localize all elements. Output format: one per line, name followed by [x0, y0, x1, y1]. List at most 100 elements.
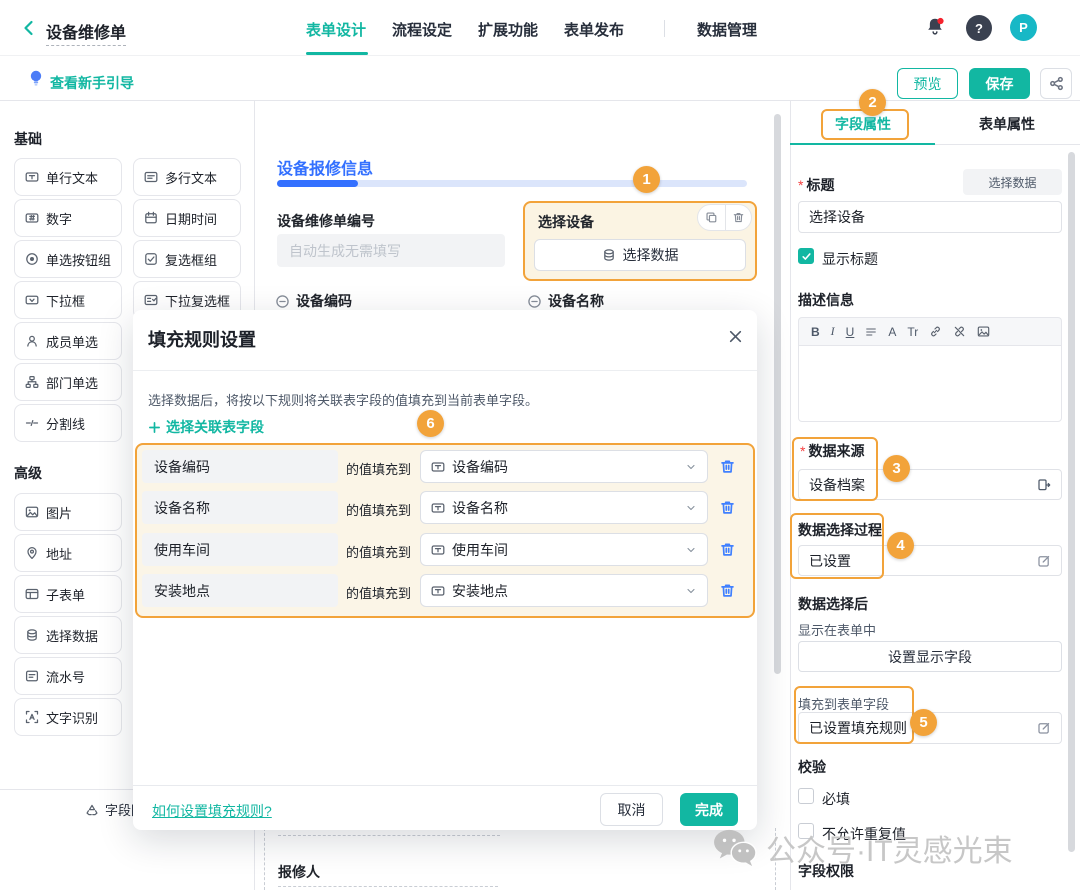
align-icon[interactable]	[865, 326, 877, 338]
data-select-process-field[interactable]: 已设置	[798, 545, 1062, 576]
rule-target-select[interactable]: 设备编码	[420, 450, 708, 483]
sidebar-item-number[interactable]: 数字	[14, 199, 122, 237]
chevron-down-icon	[685, 502, 697, 514]
sidebar-item-ocr[interactable]: 文字识别	[14, 698, 122, 736]
select-icon	[25, 293, 39, 307]
fill-rules-help-link[interactable]: 如何设置填充规则?	[152, 801, 272, 821]
rule-connector-text: 的值填充到	[346, 542, 411, 561]
share-icon	[1049, 76, 1064, 91]
form-title[interactable]: 设备维修单	[46, 19, 126, 46]
user-avatar[interactable]: P	[1010, 14, 1037, 41]
annotation-number-6: 6	[417, 410, 444, 437]
beginner-guide-link[interactable]: 查看新手引导	[50, 73, 134, 93]
notification-button[interactable]	[924, 16, 950, 42]
copy-field-button[interactable]	[698, 205, 725, 230]
no-duplicate-checkbox[interactable]	[798, 823, 814, 839]
required-asterisk: *	[800, 443, 805, 459]
link-icon[interactable]	[929, 325, 942, 338]
rule-target-select[interactable]: 使用车间	[420, 533, 708, 566]
select-data-icon	[602, 248, 616, 262]
order-number-field-label[interactable]: 设备维修单编号	[277, 211, 375, 231]
show-title-checkbox[interactable]	[798, 248, 814, 264]
relate-form-icon[interactable]	[1037, 478, 1051, 492]
panel-scrollbar[interactable]	[1068, 152, 1075, 852]
tab-data-management[interactable]: 数据管理	[697, 19, 757, 40]
back-icon[interactable]	[20, 19, 38, 37]
order-number-input[interactable]: 自动生成无需填写	[277, 234, 505, 267]
insert-image-icon[interactable]	[977, 325, 990, 338]
chevron-down-icon	[685, 461, 697, 473]
font-size-icon[interactable]: Tr	[907, 325, 918, 339]
sidebar-item-label: 成员单选	[46, 332, 98, 351]
panel-select-data-button[interactable]: 选择数据	[963, 169, 1062, 195]
add-related-field-link[interactable]: 选择关联表字段	[148, 417, 264, 437]
textarea-icon	[144, 170, 158, 184]
set-display-fields-button[interactable]: 设置显示字段	[798, 641, 1062, 672]
sidebar-item-single-line-text[interactable]: 单行文本	[14, 158, 122, 196]
sidebar-item-label: 数字	[46, 209, 72, 228]
data-source-field[interactable]: 设备档案	[798, 469, 1062, 500]
confirm-button[interactable]: 完成	[680, 793, 738, 826]
delete-rule-button[interactable]	[719, 499, 736, 516]
italic-icon[interactable]: I	[831, 324, 835, 339]
sidebar-item-address[interactable]: 地址	[14, 534, 122, 572]
rule-target-value: 安装地点	[452, 581, 678, 601]
close-icon[interactable]	[728, 329, 743, 344]
tab-form-publish[interactable]: 表单发布	[564, 19, 624, 40]
linked-field-device-code[interactable]: 设备编码	[275, 291, 352, 311]
sidebar-item-radio-group[interactable]: 单选按钮组	[14, 240, 122, 278]
description-textarea[interactable]	[798, 345, 1062, 422]
sidebar-item-dropdown[interactable]: 下拉框	[14, 281, 122, 319]
select-data-button[interactable]: 选择数据	[534, 239, 746, 271]
sidebar-item-checkbox-group[interactable]: 复选框组	[133, 240, 241, 278]
rule-target-select[interactable]: 设备名称	[420, 491, 708, 524]
canvas-scrollbar[interactable]	[774, 114, 781, 674]
tab-flow-setting[interactable]: 流程设定	[392, 19, 452, 40]
tab-extensions[interactable]: 扩展功能	[478, 19, 538, 40]
reporter-field-label[interactable]: 报修人	[278, 862, 320, 882]
tab-form-properties[interactable]: 表单属性	[979, 114, 1035, 134]
sidebar-item-subform[interactable]: 子表单	[14, 575, 122, 613]
delete-rule-button[interactable]	[719, 458, 736, 475]
copy-icon	[705, 211, 718, 224]
underline-icon[interactable]: U	[846, 325, 855, 339]
annotation-number-3: 3	[883, 455, 910, 482]
unlink-icon[interactable]	[953, 325, 966, 338]
select-device-label: 选择设备	[538, 212, 594, 232]
delete-field-button[interactable]	[725, 205, 752, 230]
help-button[interactable]: ?	[966, 15, 992, 41]
sidebar-item-select-data[interactable]: 选择数据	[14, 616, 122, 654]
department-icon	[25, 375, 39, 389]
save-button[interactable]: 保存	[969, 68, 1030, 99]
sidebar-item-serial-number[interactable]: 流水号	[14, 657, 122, 695]
form-section-title[interactable]: 设备报修信息	[277, 155, 373, 179]
title-input[interactable]	[798, 201, 1062, 233]
tab-field-properties[interactable]: 字段属性	[835, 114, 891, 134]
share-button[interactable]	[1040, 68, 1072, 99]
sidebar-item-member-select[interactable]: 成员单选	[14, 322, 122, 360]
font-color-icon[interactable]: A	[888, 325, 896, 339]
sidebar-item-datetime[interactable]: 日期时间	[133, 199, 241, 237]
delete-rule-button[interactable]	[719, 582, 736, 599]
tab-form-design[interactable]: 表单设计	[306, 19, 366, 40]
sidebar-item-divider-line[interactable]: 分割线	[14, 404, 122, 442]
edit-icon[interactable]	[1037, 554, 1051, 568]
cancel-button[interactable]: 取消	[600, 793, 663, 826]
bold-icon[interactable]: B	[811, 325, 820, 339]
edit-icon[interactable]	[1037, 721, 1051, 735]
required-checkbox[interactable]	[798, 788, 814, 804]
linked-field-device-name[interactable]: 设备名称	[527, 291, 604, 311]
preview-button[interactable]: 预览	[897, 68, 958, 99]
sidebar-item-label: 复选框组	[165, 250, 217, 269]
sidebar-item-image[interactable]: 图片	[14, 493, 122, 531]
show-in-form-label: 显示在表单中	[798, 620, 876, 639]
plus-icon	[148, 421, 161, 434]
field-action-pill	[697, 204, 752, 231]
sidebar-item-multi-line-text[interactable]: 多行文本	[133, 158, 241, 196]
rule-target-select[interactable]: 安装地点	[420, 574, 708, 607]
modal-header-divider	[133, 370, 757, 371]
sidebar-item-department-select[interactable]: 部门单选	[14, 363, 122, 401]
annotation-number-2: 2	[859, 89, 886, 116]
rule-source-field: 使用车间	[142, 533, 338, 566]
delete-rule-button[interactable]	[719, 541, 736, 558]
